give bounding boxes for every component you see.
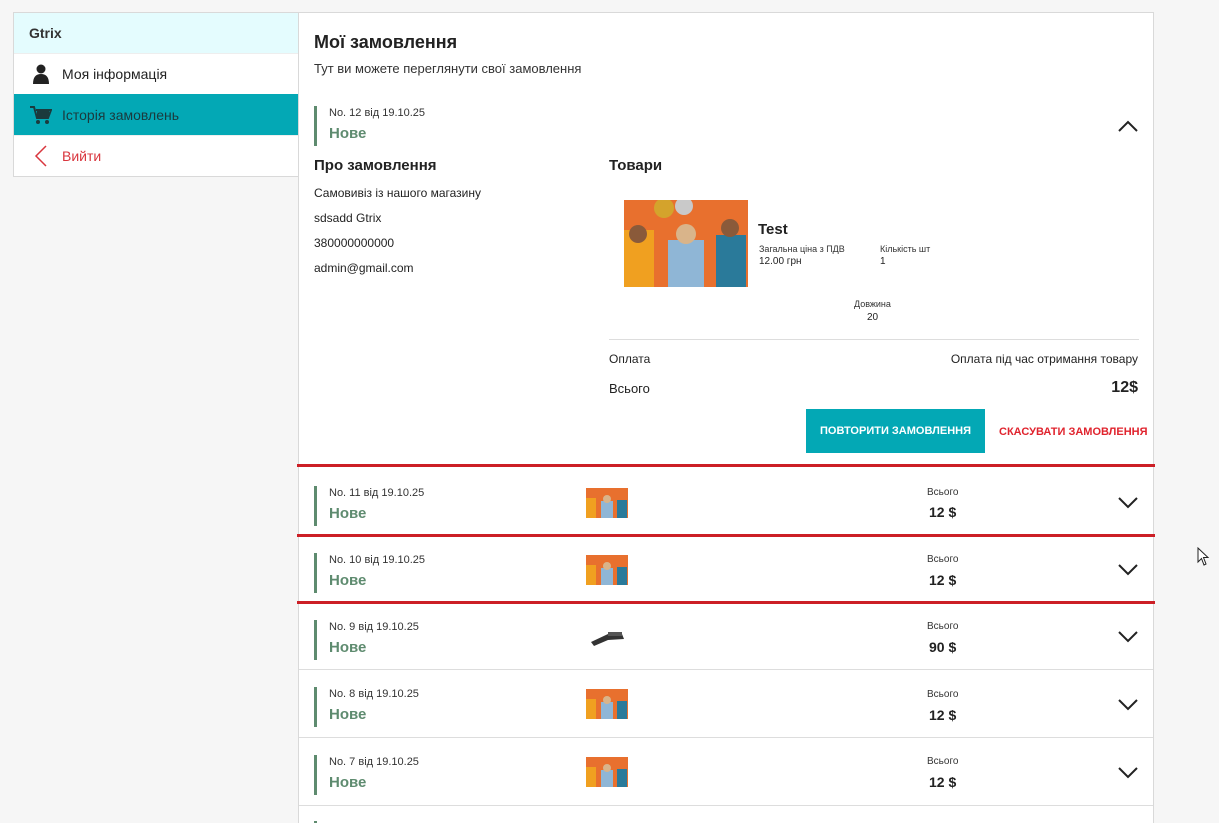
order-total: 12 $ <box>929 572 957 588</box>
chevron-down-icon[interactable] <box>1117 563 1139 577</box>
annotation-line <box>297 601 1155 604</box>
row-separator <box>299 669 1153 670</box>
product-image[interactable] <box>624 200 748 287</box>
chevron-down-icon[interactable] <box>1117 766 1139 780</box>
order-total: 12 $ <box>929 774 957 790</box>
total-label: Всього <box>609 381 650 396</box>
sidebar-brand: Gtrix <box>14 13 298 53</box>
order-number: No. 7 від 19.10.25 <box>329 756 419 768</box>
order-total-label: Всього <box>927 756 959 767</box>
order-number: No. 10 від 19.10.25 <box>329 554 426 566</box>
product-name: Test <box>758 221 788 238</box>
orders-panel: Мої замовлення Тут ви можете переглянути… <box>298 12 1154 823</box>
payment-value: Оплата під час отримання товару <box>950 352 1138 366</box>
page-title: Мої замовлення <box>314 32 458 52</box>
order-status: Нове <box>329 505 367 522</box>
chevron-left-icon <box>30 145 52 167</box>
order-status: Нове <box>329 774 367 791</box>
sidebar-item-order-history[interactable]: Історія замовлень <box>14 94 298 135</box>
price-label: Загальна ціна з ПДВ <box>759 244 845 254</box>
order-status: Нове <box>329 706 367 723</box>
row-separator <box>299 737 1153 738</box>
order-header[interactable]: No. 9 від 19.10.25 Нове <box>314 620 419 660</box>
order-total: 12 $ <box>929 707 957 723</box>
annotation-line <box>297 534 1155 537</box>
order-total-label: Всього <box>927 487 959 498</box>
order-status: Нове <box>329 572 367 589</box>
chevron-down-icon[interactable] <box>1117 698 1139 712</box>
order-thumbnail <box>586 488 628 518</box>
mouse-cursor-icon <box>1197 547 1210 566</box>
order-total: 90 $ <box>929 639 957 655</box>
goods-heading: Товари <box>609 157 663 174</box>
user-icon <box>30 63 52 85</box>
cancel-order-button[interactable]: СКАСУВАТИ ЗАМОВЛЕННЯ <box>999 426 1148 438</box>
order-header[interactable]: No. 8 від 19.10.25 Нове <box>314 687 419 727</box>
order-total-label: Всього <box>927 554 959 565</box>
annotation-line <box>297 464 1155 467</box>
page-subtitle: Тут ви можете переглянути свої замовленн… <box>314 61 582 76</box>
order-number: No. 8 від 19.10.25 <box>329 688 419 700</box>
chevron-up-icon[interactable] <box>1117 119 1139 133</box>
order-number: No. 11 від 19.10.25 <box>329 487 425 499</box>
order-thumbnail <box>586 555 628 585</box>
order-header[interactable]: No. 12 від 19.10.25 Нове <box>314 106 425 146</box>
price-value: 12.00 грн <box>759 256 802 267</box>
repeat-order-button[interactable]: ПОВТОРИТИ ЗАМОВЛЕННЯ <box>806 409 985 453</box>
account-sidebar: Gtrix Моя інформація Історія замовлень В… <box>13 12 299 177</box>
length-label: Довжина <box>854 299 891 309</box>
customer-phone: 380000000000 <box>314 236 395 250</box>
order-thumbnail <box>586 689 628 719</box>
sidebar-item-label: Моя інформація <box>62 66 168 82</box>
order-number: No. 9 від 19.10.25 <box>329 621 419 633</box>
row-separator <box>299 805 1153 806</box>
quantity-label: Кількість шт <box>880 244 931 254</box>
order-thumbnail <box>586 757 628 787</box>
sidebar-item-logout[interactable]: Вийти <box>14 135 298 176</box>
about-order-heading: Про замовлення <box>314 157 437 174</box>
divider <box>609 339 1139 340</box>
cart-icon <box>30 104 52 126</box>
order-header[interactable]: No. 7 від 19.10.25 Нове <box>314 755 419 795</box>
length-value: 20 <box>867 312 879 323</box>
order-header[interactable]: No. 10 від 19.10.25 Нове <box>314 553 425 593</box>
customer-email: admin@gmail.com <box>314 261 414 275</box>
order-status: Нове <box>329 125 367 142</box>
delivery-method: Самовивіз із нашого магазину <box>314 186 481 200</box>
customer-name: sdsadd Gtrix <box>314 211 382 225</box>
quantity-value: 1 <box>880 256 886 267</box>
order-thumbnail <box>586 622 628 652</box>
total-value: 12$ <box>1111 379 1138 396</box>
order-total: 12 $ <box>929 504 957 520</box>
order-number: No. 12 від 19.10.25 <box>329 107 426 119</box>
sidebar-item-label: Вийти <box>62 148 102 164</box>
payment-label: Оплата <box>609 352 651 366</box>
chevron-down-icon[interactable] <box>1117 630 1139 644</box>
sidebar-item-my-info[interactable]: Моя інформація <box>14 53 298 94</box>
sidebar-item-label: Історія замовлень <box>62 106 180 123</box>
order-total-label: Всього <box>927 689 959 700</box>
order-header[interactable]: No. 11 від 19.10.25 Нове <box>314 486 424 526</box>
order-status: Нове <box>329 639 367 656</box>
order-total-label: Всього <box>927 621 959 632</box>
chevron-down-icon[interactable] <box>1117 496 1139 510</box>
